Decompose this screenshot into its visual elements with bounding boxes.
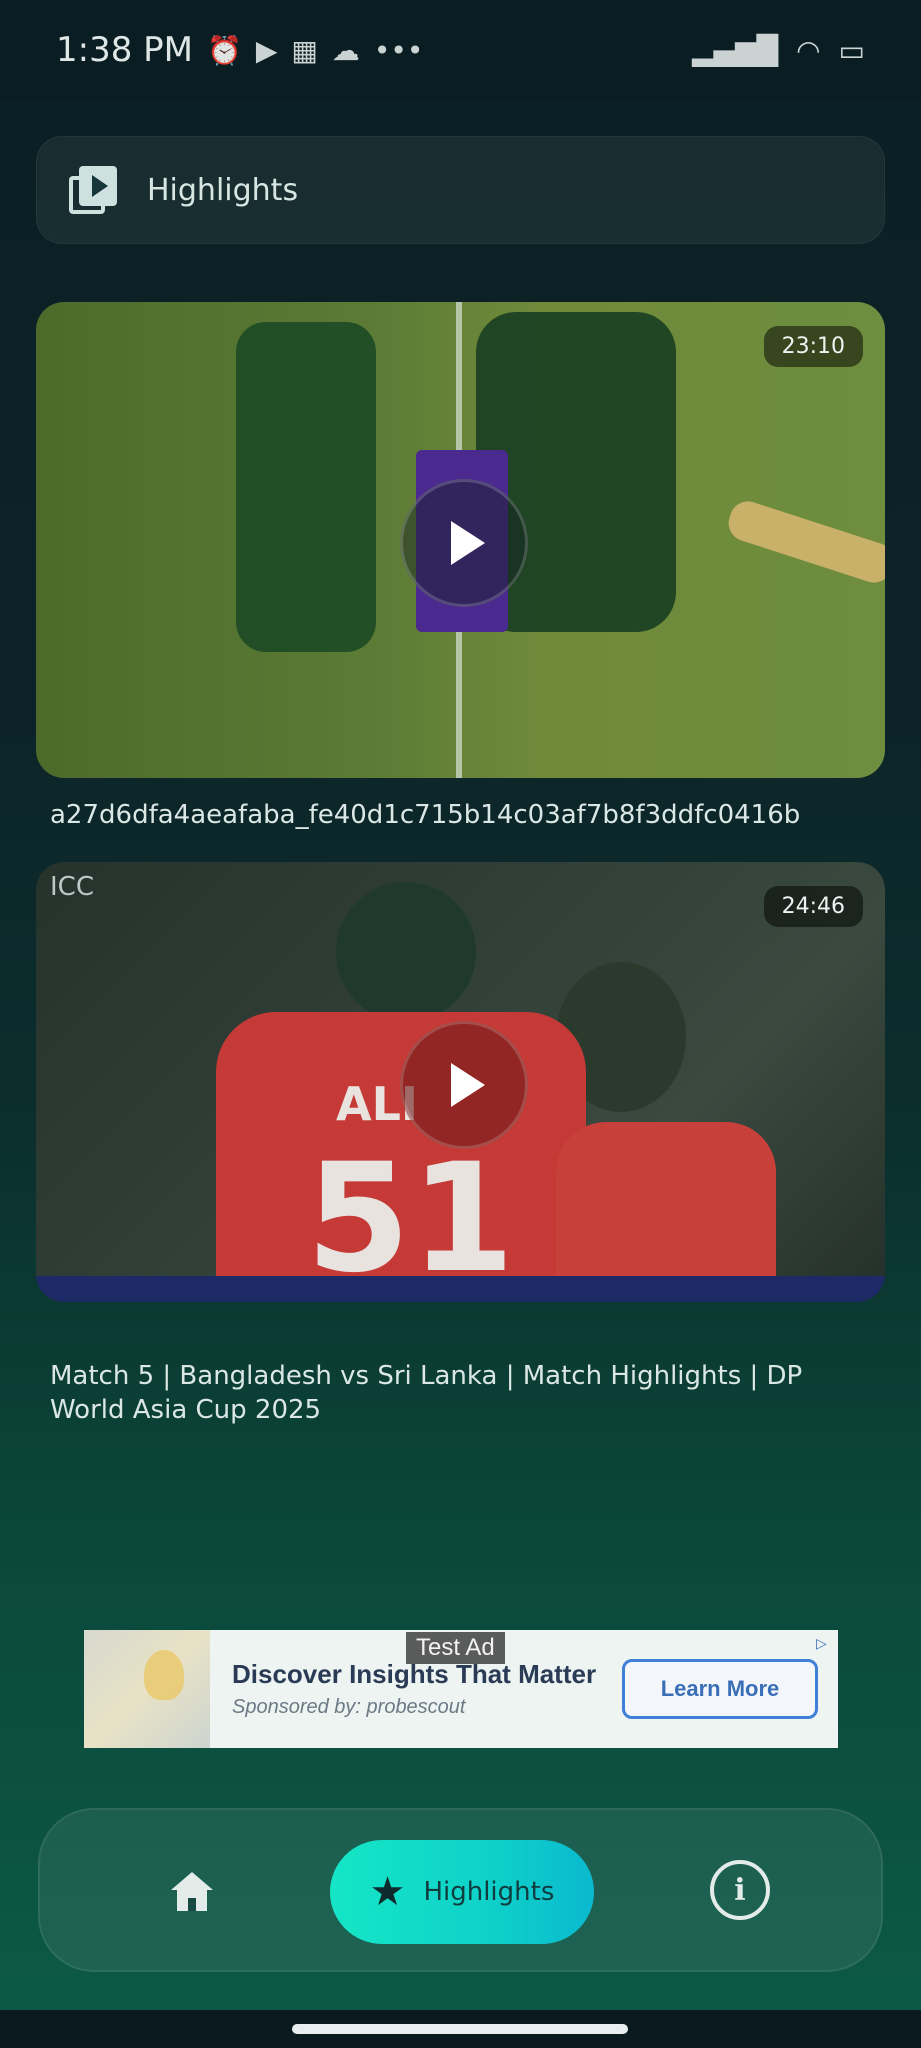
ad-learn-more-button[interactable]: Learn More [622,1659,818,1719]
lightbulb-icon [144,1650,184,1700]
play-icon [450,1063,485,1107]
video-title[interactable]: Match 5 | Bangladesh vs Sri Lanka | Matc… [50,1359,870,1427]
video-card[interactable]: 23:10 [36,302,885,778]
ad-image [84,1630,210,1748]
alarm-icon: ⏰ [207,33,242,67]
status-time: 1:38 PM [56,30,193,70]
ad-choices-icon[interactable]: ▷ [816,1636,827,1652]
page-header: Highlights [36,136,885,244]
play-icon [450,521,485,565]
youtube-icon: ▶ [255,33,278,67]
status-bar: 1:38 PM ⏰ ▶ ▦ ☁ ••• ▂▄▆█ ◠ ▭ [0,0,921,100]
video-duration: 23:10 [763,326,863,367]
battery-icon: ▭ [838,33,865,67]
star-icon: ★ [369,1869,406,1915]
video-title[interactable]: a27d6dfa4aeafaba_fe40d1c715b14c03af7b8f3… [50,798,870,832]
ad-sponsor: Sponsored by: probescout [232,1696,466,1718]
nav-highlights-label: Highlights [423,1877,555,1907]
thumbnail-player-head [336,882,476,1022]
cloud-icon: ☁ [331,33,360,67]
play-button[interactable] [399,479,528,607]
icc-logo: ICC [50,872,94,902]
video-card[interactable]: ICC ALI 51 24:46 [36,862,885,1302]
video-duration: 24:46 [763,886,863,927]
play-button[interactable] [399,1021,528,1149]
nav-highlights[interactable]: ★ Highlights [330,1840,594,1944]
info-icon: i [734,1872,746,1908]
thumbnail-bat [723,496,885,588]
more-dots-icon: ••• [373,33,424,67]
thumbnail-player-jersey [556,1122,776,1302]
page-title: Highlights [147,172,299,208]
thumbnail-player [236,322,376,652]
nav-home[interactable] [160,1860,224,1924]
score-ticker [36,1276,885,1302]
home-icon [171,1872,213,1912]
video-library-icon [69,166,117,214]
bottom-nav: ★ Highlights i [38,1808,883,1972]
signal-icon: ▂▄▆█ [691,33,779,67]
app-grid-icon: ▦ [291,33,318,67]
wifi-icon: ◠ [796,33,821,67]
home-indicator[interactable] [292,2024,628,2034]
nav-info[interactable]: i [710,1860,770,1920]
test-ad-label: Test Ad [406,1632,505,1664]
